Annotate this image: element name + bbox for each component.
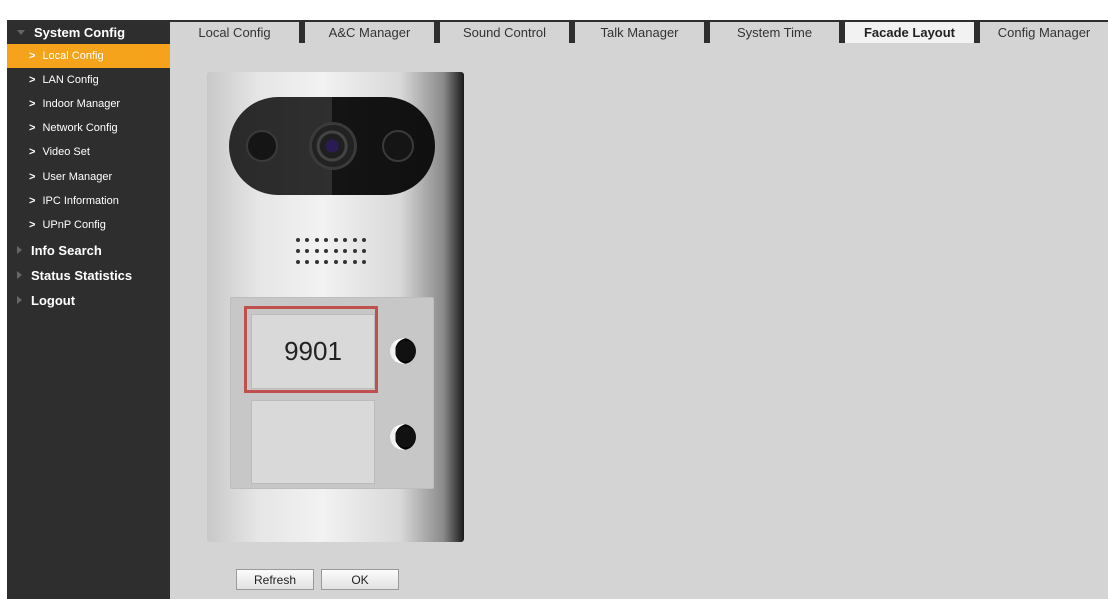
camera-lens-icon [312,125,354,167]
selection-highlight [244,306,378,393]
sidebar-section-system-config[interactable]: System Config [7,20,170,44]
tab-bar: Local Config A&C Manager Sound Control T… [170,0,1108,43]
sidebar-section-status-statistics[interactable]: Status Statistics [7,263,170,287]
button-plate: 9901 [230,297,434,489]
chevron-right-icon: > [29,50,36,62]
sidebar-item-video-set[interactable]: > Video Set [7,140,170,164]
tab-config-manager[interactable]: Config Manager [980,22,1108,43]
chevron-right-icon: > [29,146,36,158]
sidebar-item-label: Video Set [42,146,90,158]
tab-system-time[interactable]: System Time [710,22,839,43]
chevron-right-icon: > [29,195,36,207]
speaker-grille-icon [293,236,369,266]
sidebar-section-label: System Config [34,24,126,40]
content-area: 9901 Refresh OK [170,43,1108,599]
tab-label: Facade Layout [863,25,956,40]
collapsed-triangle-icon [17,271,22,279]
collapsed-triangle-icon [17,246,22,254]
expand-triangle-icon [17,29,25,35]
name-card-2[interactable] [251,400,375,484]
tab-talk-manager[interactable]: Talk Manager [575,22,704,43]
sidebar-section-logout[interactable]: Logout [7,288,170,312]
chevron-right-icon: > [29,98,36,110]
tab-label: Sound Control [462,25,547,40]
tab-label: Talk Manager [600,25,679,40]
sidebar-menu: System Config > Local Config > LAN Confi… [7,20,170,599]
call-button-1[interactable] [390,338,416,364]
collapsed-triangle-icon [17,296,22,304]
sidebar-item-ipc-information[interactable]: > IPC Information [7,189,170,213]
chevron-right-icon: > [29,122,36,134]
sidebar-item-upnp-config[interactable]: > UPnP Config [7,213,170,237]
tab-label: System Time [736,25,813,40]
sidebar-section-label: Info Search [31,242,102,258]
tab-sound-control[interactable]: Sound Control [440,22,569,43]
door-station-facade: 9901 [207,72,464,542]
sidebar: System Config > Local Config > LAN Confi… [0,0,170,599]
tab-local-config[interactable]: Local Config [170,22,299,43]
sidebar-section-label: Logout [31,292,76,308]
sidebar-section-info-search[interactable]: Info Search [7,238,170,262]
sidebar-item-label: UPnP Config [42,219,106,231]
sidebar-item-local-config[interactable]: > Local Config [7,44,170,68]
sidebar-section-label: Status Statistics [31,267,133,283]
sidebar-item-label: Indoor Manager [42,98,121,110]
sidebar-item-network-config[interactable]: > Network Config [7,116,170,140]
tab-facade-layout[interactable]: Facade Layout [845,22,974,43]
chevron-right-icon: > [29,219,36,231]
sidebar-item-lan-config[interactable]: > LAN Config [7,68,170,92]
chevron-right-icon: > [29,74,36,86]
sidebar-item-indoor-manager[interactable]: > Indoor Manager [7,92,170,116]
sidebar-item-label: Network Config [42,122,118,134]
sidebar-item-label: Local Config [42,50,104,62]
ok-button[interactable]: OK [321,569,399,590]
tab-ac-manager[interactable]: A&C Manager [305,22,434,43]
chevron-right-icon: > [29,171,36,183]
sidebar-item-label: LAN Config [42,74,99,86]
ok-button-label: OK [351,572,369,587]
sensor-right-icon [382,130,414,162]
sidebar-item-label: User Manager [42,171,113,183]
sidebar-item-label: IPC Information [42,195,119,207]
call-button-2[interactable] [390,424,416,450]
sensor-left-icon [246,130,278,162]
tab-label: A&C Manager [328,25,411,40]
camera-module [229,97,435,195]
tab-label: Local Config [198,25,271,40]
refresh-button[interactable]: Refresh [236,569,314,590]
sidebar-item-user-manager[interactable]: > User Manager [7,165,170,189]
refresh-button-label: Refresh [253,572,297,587]
tab-label: Config Manager [997,25,1091,40]
